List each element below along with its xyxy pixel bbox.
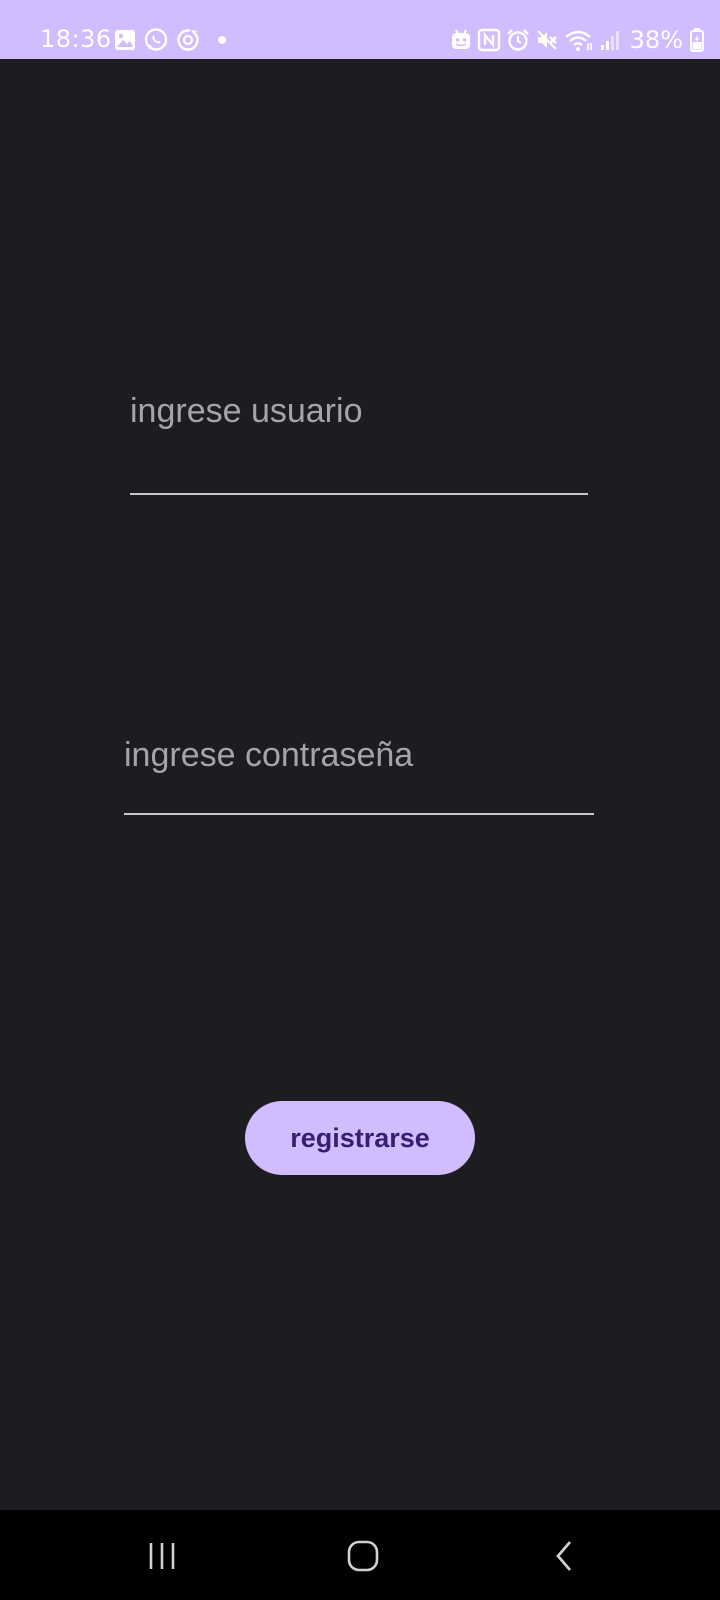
status-system-icons: 38%	[450, 27, 704, 53]
battery-percent: 38%	[629, 26, 683, 54]
status-notification-icons	[114, 27, 227, 53]
status-time: 18:36	[40, 25, 112, 53]
battery-icon	[690, 28, 704, 52]
recents-button[interactable]	[138, 1532, 186, 1580]
registration-screen: ingrese usuario ingrese contraseña regis…	[0, 59, 720, 1509]
back-icon	[552, 1539, 576, 1573]
mute-icon	[535, 28, 559, 52]
navigation-bar	[0, 1510, 720, 1600]
notification-dot-icon	[217, 35, 227, 45]
gallery-icon	[114, 29, 136, 51]
alarm-icon	[506, 28, 530, 52]
register-button[interactable]: registrarse	[245, 1101, 475, 1175]
home-icon	[346, 1539, 380, 1573]
username-placeholder: ingrese usuario	[130, 392, 363, 430]
username-input[interactable]: ingrese usuario	[130, 379, 588, 495]
password-input[interactable]: ingrese contraseña	[124, 729, 594, 815]
sync-icon	[176, 28, 200, 52]
home-button[interactable]	[339, 1532, 387, 1580]
recents-icon	[146, 1541, 178, 1571]
password-placeholder: ingrese contraseña	[124, 736, 414, 774]
signal-icon	[599, 29, 621, 51]
nfc-icon	[477, 28, 501, 52]
wifi-icon	[564, 28, 594, 52]
status-bar: 18:36 38%	[0, 0, 720, 59]
android-icon	[450, 29, 472, 51]
whatsapp-icon	[143, 27, 169, 53]
username-underline	[130, 493, 588, 495]
password-underline	[124, 813, 594, 815]
register-button-label: registrarse	[290, 1122, 430, 1153]
back-button[interactable]	[540, 1532, 588, 1580]
